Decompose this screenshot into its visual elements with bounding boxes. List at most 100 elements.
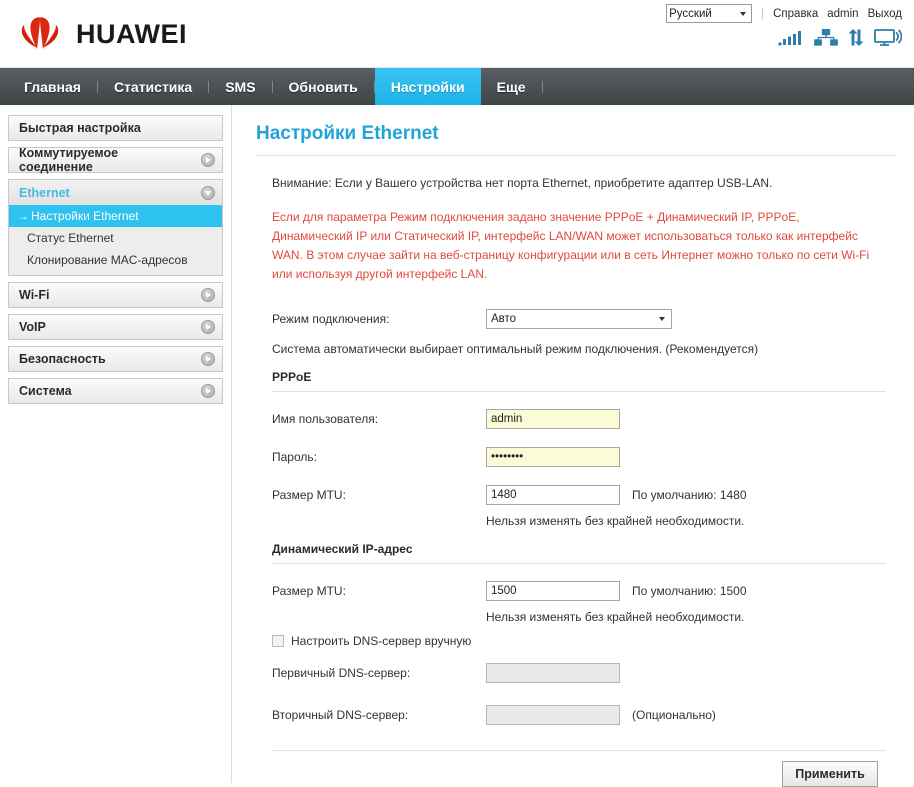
dns-manual-checkbox[interactable] [272, 635, 284, 647]
sidebar-item-label: Статус Ethernet [27, 231, 114, 245]
nav-item-update[interactable]: Обновить [273, 68, 374, 105]
chevron-down-icon [201, 185, 215, 200]
huawei-logo: HUAWEI [14, 14, 187, 54]
sidebar-item-mac-clone[interactable]: Клонирование MAC-адресов [9, 249, 222, 271]
dynamic-mtu-default: По умолчанию: 1500 [632, 584, 747, 598]
dynamic-mtu-input[interactable] [486, 581, 620, 601]
chevron-right-icon [201, 288, 215, 302]
page-title: Настройки Ethernet [256, 123, 439, 144]
divider: | [761, 7, 765, 20]
connection-mode-label: Режим подключения: [272, 312, 390, 326]
sidebar-item-dial-up[interactable]: Коммутируемое соединение [8, 146, 223, 174]
brand-name: HUAWEI [76, 18, 187, 49]
dns-manual-label: Настроить DNS-сервер вручную [291, 634, 472, 648]
primary-dns-input[interactable] [486, 663, 620, 683]
nav-item-more[interactable]: Еще [481, 68, 542, 105]
nav-item-statistics[interactable]: Статистика [98, 68, 208, 105]
sidebar-item-label: Коммутируемое соединение [19, 146, 119, 174]
sidebar-block-quick-setup: Быстрая настройка [8, 115, 223, 141]
content-inner: Внимание: Если у Вашего устройства нет п… [256, 176, 896, 787]
chevron-right-icon [201, 320, 215, 334]
sidebar-item-label: Быстрая настройка [19, 121, 141, 135]
huawei-logo-icon [21, 17, 59, 49]
sidebar-item-ethernet-status[interactable]: Статус Ethernet [9, 227, 222, 249]
sidebar-item-label: VoIP [19, 320, 46, 334]
chevron-right-icon [201, 384, 215, 398]
help-link[interactable]: Справка [773, 8, 818, 20]
selected-arrow-icon: → [17, 209, 29, 223]
chevron-down-icon [740, 11, 747, 16]
secondary-dns-input[interactable] [486, 705, 620, 725]
primary-dns-row: Первичный DNS-сервер: [272, 660, 886, 686]
apply-button[interactable]: Применить [782, 761, 878, 787]
sidebar-block-security: Безопасность [8, 346, 223, 372]
pppoe-password-row: Пароль: [272, 444, 886, 470]
sidebar-block-voip: VoIP [8, 314, 223, 340]
nav-separator [541, 80, 543, 93]
sidebar-block-system: Система [8, 378, 223, 404]
dynamic-ip-divider [272, 563, 886, 564]
pppoe-password-label: Пароль: [272, 450, 317, 464]
pppoe-heading: PPPoE [272, 370, 312, 384]
sidebar-item-security[interactable]: Безопасность [8, 346, 223, 372]
nav-item-home[interactable]: Главная [8, 68, 97, 105]
sidebar-item-label: Настройки Ethernet [31, 209, 139, 223]
pppoe-mtu-row: Размер MTU: По умолчанию: 1480 [272, 482, 886, 508]
sidebar-item-ethernet[interactable]: Ethernet [8, 179, 223, 205]
connection-mode-row: Режим подключения: Авто [272, 306, 886, 332]
pppoe-mtu-help: Нельзя изменять без крайней необходимост… [486, 514, 745, 528]
sidebar-item-label: Клонирование MAC-адресов [27, 253, 188, 267]
wifi-monitor-icon [874, 29, 902, 46]
primary-dns-label: Первичный DNS-сервер: [272, 666, 411, 680]
top-bar: HUAWEI Русский | Справка admin Выход [0, 0, 914, 68]
nav-item-sms[interactable]: SMS [209, 68, 271, 105]
lan-network-icon [814, 29, 838, 46]
warning-text: Если для параметра Режим подключения зад… [272, 210, 870, 281]
pppoe-username-input[interactable] [486, 409, 620, 429]
user-link[interactable]: admin [827, 8, 858, 20]
sidebar-item-label: Ethernet [19, 185, 70, 200]
sidebar-item-voip[interactable]: VoIP [8, 314, 223, 340]
language-value: Русский [669, 7, 712, 20]
signal-bars-icon [778, 31, 801, 46]
footer-divider [272, 750, 886, 751]
pppoe-password-input[interactable] [486, 447, 620, 467]
connection-mode-help: Система автоматически выбирает оптимальн… [272, 342, 759, 356]
connection-mode-select[interactable]: Авто [486, 309, 672, 329]
sidebar-item-wifi[interactable]: Wi-Fi [8, 282, 223, 308]
language-select[interactable]: Русский [666, 4, 753, 23]
nav-item-settings[interactable]: Настройки [374, 68, 481, 105]
logout-link[interactable]: Выход [868, 8, 902, 20]
chevron-right-icon [201, 352, 215, 366]
pppoe-mtu-default: По умолчанию: 1480 [632, 488, 747, 502]
main-content: Настройки Ethernet Внимание: Если у Ваше… [232, 105, 914, 787]
notice-text: Внимание: Если у Вашего устройства нет п… [272, 176, 773, 190]
top-right-controls: Русский | Справка admin Выход [666, 4, 902, 23]
sidebar-item-ethernet-settings[interactable]: → Настройки Ethernet [9, 205, 222, 227]
dynamic-ip-heading: Динамический IP-адрес [272, 542, 413, 556]
dynamic-mtu-label: Размер MTU: [272, 584, 346, 598]
dns-manual-row[interactable]: Настроить DNS-сервер вручную [272, 634, 886, 648]
sidebar-item-system[interactable]: Система [8, 378, 223, 404]
main-navigation: Главная Статистика SMS Обновить Настройк… [0, 68, 914, 105]
sidebar-item-quick-setup[interactable]: Быстрая настройка [8, 115, 223, 141]
sidebar-block-wifi: Wi-Fi [8, 282, 223, 308]
sidebar-item-label: Безопасность [19, 352, 106, 366]
sidebar-submenu-ethernet: → Настройки Ethernet Статус Ethernet Кло… [8, 205, 223, 276]
sidebar-item-label: Wi-Fi [19, 288, 50, 302]
chevron-down-icon [659, 317, 665, 321]
up-down-traffic-icon [848, 29, 864, 46]
secondary-dns-note: (Опционально) [632, 708, 716, 722]
sidebar-block-ethernet: Ethernet → Настройки Ethernet Статус Eth… [8, 179, 223, 276]
pppoe-divider [272, 391, 886, 392]
status-icons [778, 28, 902, 46]
pppoe-mtu-input[interactable] [486, 485, 620, 505]
page-body: Быстрая настройка Коммутируемое соединен… [0, 105, 914, 787]
chevron-right-icon [201, 153, 215, 167]
connection-mode-value: Авто [491, 313, 517, 325]
secondary-dns-label: Вторичный DNS-сервер: [272, 708, 409, 722]
sidebar: Быстрая настройка Коммутируемое соединен… [0, 105, 232, 783]
sidebar-item-label: Система [19, 384, 72, 398]
title-divider [256, 155, 896, 156]
pppoe-username-row: Имя пользователя: [272, 406, 886, 432]
